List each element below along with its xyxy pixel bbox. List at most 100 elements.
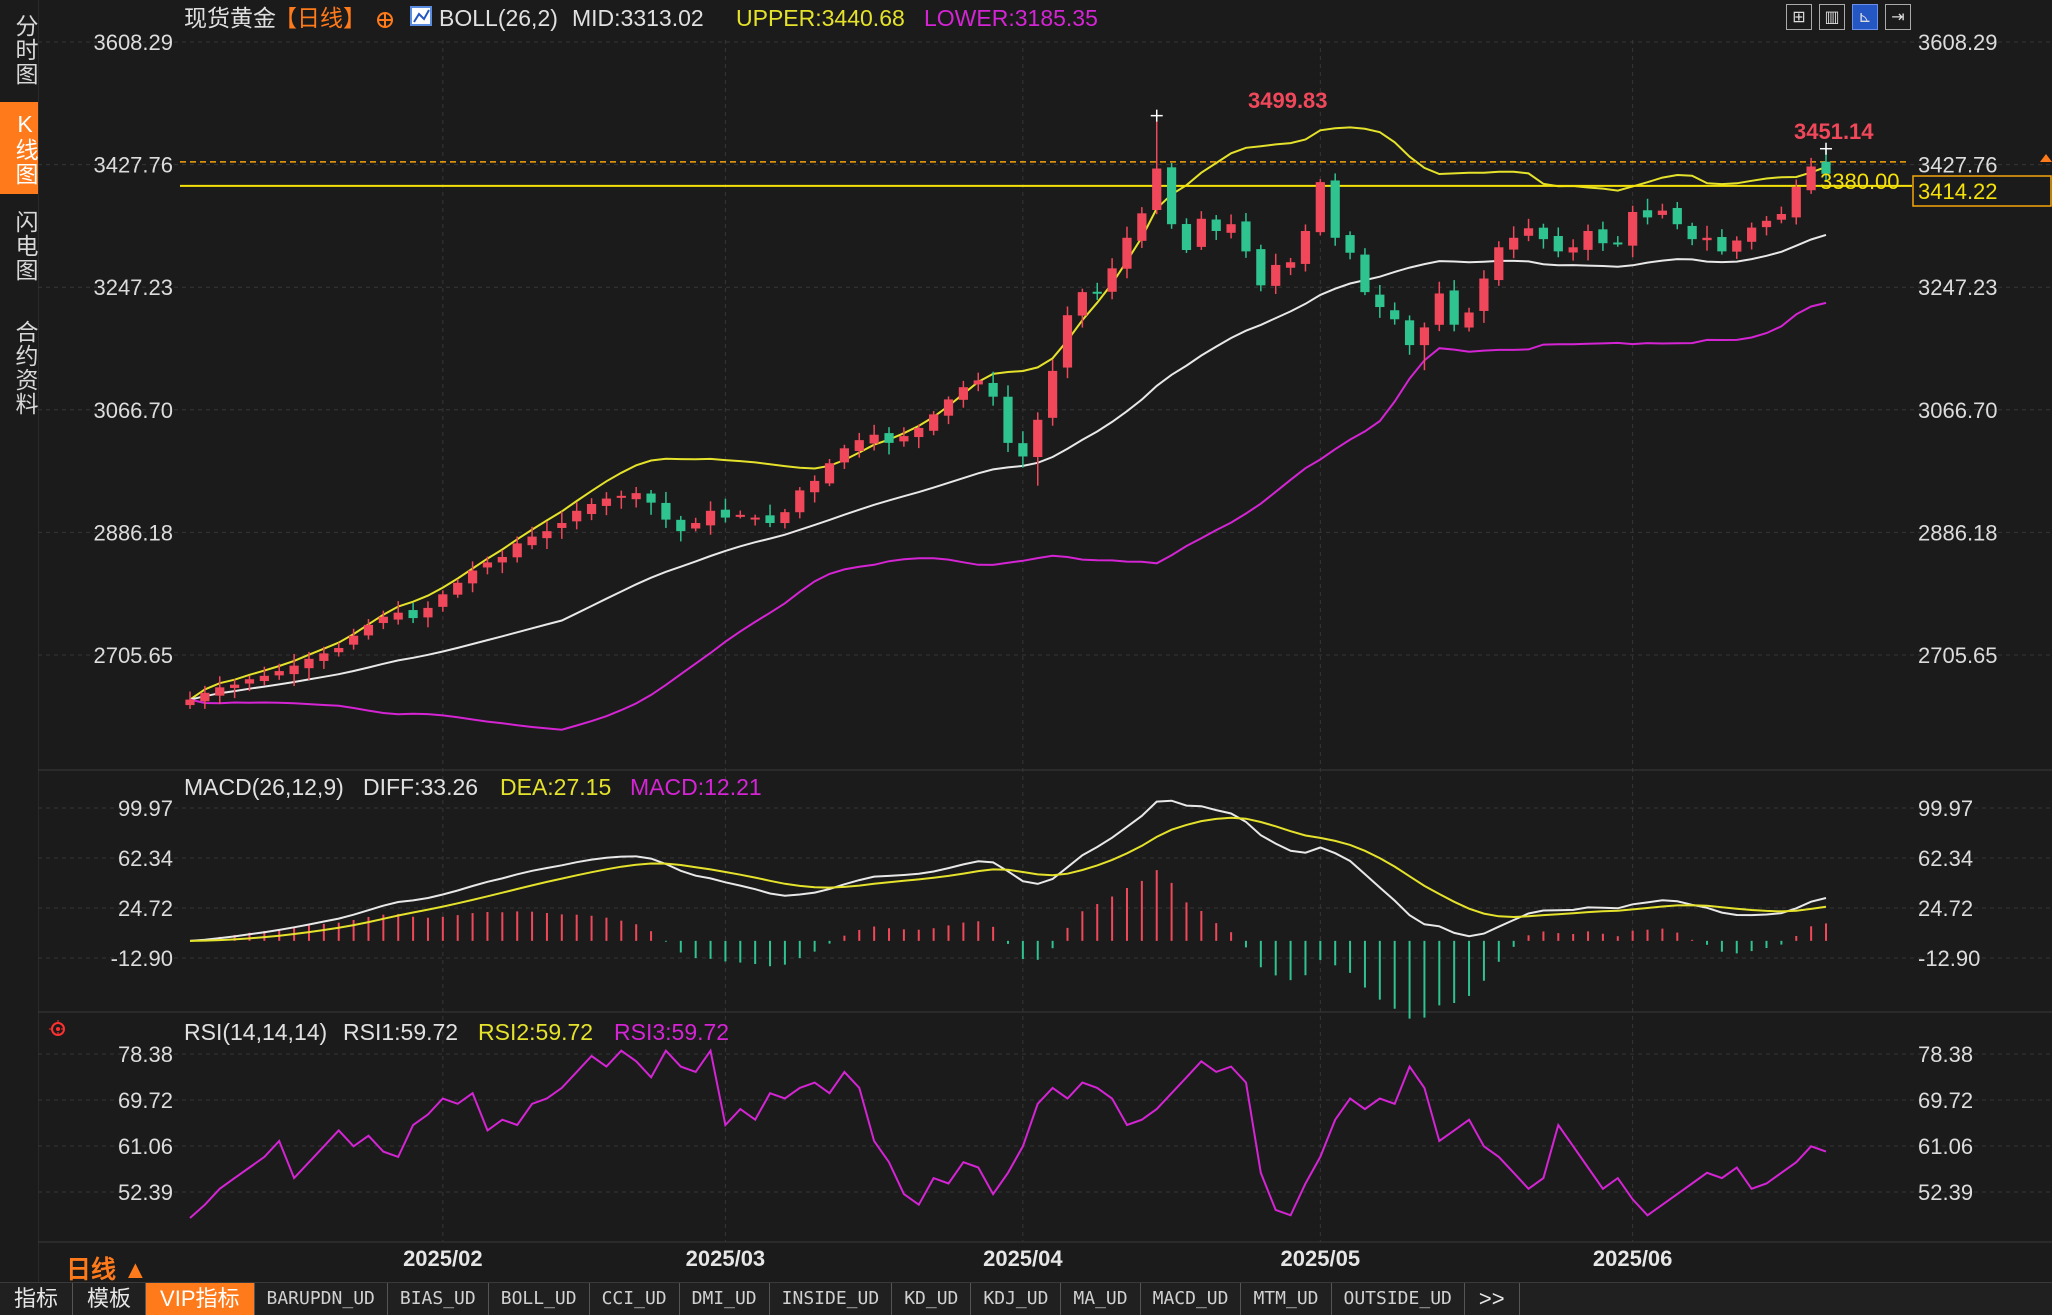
candle-body[interactable] — [334, 647, 344, 653]
candle-body[interactable] — [899, 436, 909, 442]
candle-body[interactable] — [1092, 291, 1102, 294]
candle-body[interactable] — [378, 616, 388, 624]
candle-body[interactable] — [884, 433, 894, 443]
candle-body[interactable] — [1598, 229, 1608, 244]
indicator-tab-boll-ud[interactable]: BOLL_UD — [489, 1283, 590, 1315]
candle-body[interactable] — [973, 380, 983, 385]
indicator-tab-outside-ud[interactable]: OUTSIDE_UD — [1332, 1283, 1465, 1315]
indicator-chart-icon[interactable] — [410, 6, 432, 26]
candle-body[interactable] — [1642, 210, 1653, 218]
candle-body[interactable] — [1390, 310, 1400, 320]
candle-body[interactable] — [780, 512, 790, 524]
candle-body[interactable] — [661, 502, 671, 520]
bar-layout-icon[interactable]: ▥ — [1819, 4, 1845, 30]
candle-body[interactable] — [1211, 219, 1221, 231]
candle-body[interactable] — [1479, 278, 1489, 311]
candle-body[interactable] — [631, 493, 641, 500]
candle-body[interactable] — [453, 582, 463, 595]
candle-body[interactable] — [929, 414, 939, 431]
candle-body[interactable] — [482, 562, 493, 568]
candle-body[interactable] — [616, 495, 626, 498]
candle-body[interactable] — [1434, 293, 1444, 325]
candle-body[interactable] — [348, 635, 359, 645]
indicator-tab-kd-ud[interactable]: KD_UD — [892, 1283, 972, 1315]
candle-body[interactable] — [1241, 221, 1251, 252]
sidebar-tab-contract-info[interactable]: 合约资料 — [0, 308, 38, 428]
indicator-tab-macd-ud[interactable]: MACD_UD — [1141, 1283, 1242, 1315]
candle-body[interactable] — [824, 463, 835, 484]
candle-body[interactable] — [1717, 237, 1727, 252]
candle-body[interactable] — [1003, 396, 1013, 443]
candle-body[interactable] — [1107, 268, 1117, 292]
candle-body[interactable] — [215, 687, 225, 696]
candle-body[interactable] — [497, 556, 507, 563]
candle-body[interactable] — [289, 665, 299, 675]
candle-body[interactable] — [244, 679, 255, 684]
chart-canvas[interactable]: 3608.29 3608.29 3427.76 3427.76 3247.23 3247.… — [38, 0, 2052, 1282]
candle-body[interactable] — [839, 448, 850, 463]
candle-body[interactable] — [1628, 211, 1638, 246]
candle-body[interactable] — [720, 509, 731, 518]
candle-body[interactable] — [691, 523, 701, 529]
candle-body[interactable] — [988, 382, 998, 397]
candle-body[interactable] — [408, 610, 418, 619]
candle-body[interactable] — [1018, 443, 1028, 457]
candle-body[interactable] — [1806, 166, 1816, 191]
candle-body[interactable] — [1687, 225, 1697, 240]
candle-body[interactable] — [795, 490, 805, 513]
candle-body[interactable] — [1419, 327, 1430, 346]
candle-body[interactable] — [1062, 315, 1073, 368]
candle-body[interactable] — [542, 531, 552, 539]
candle-body[interactable] — [676, 519, 686, 532]
candle-body[interactable] — [423, 607, 433, 618]
candle-body[interactable] — [810, 480, 820, 493]
indicator-tab-ma-ud[interactable]: MA_UD — [1061, 1283, 1141, 1315]
candle-body[interactable] — [943, 399, 954, 416]
candle-body[interactable] — [557, 523, 567, 528]
candle-body[interactable] — [586, 503, 597, 515]
candle-body[interactable] — [527, 536, 537, 546]
settings-gear-icon[interactable] — [49, 1020, 67, 1038]
candle-body[interactable] — [1285, 262, 1296, 268]
candle-body[interactable] — [1553, 236, 1563, 252]
candle-body[interactable] — [869, 434, 879, 444]
candle-body[interactable] — [1404, 320, 1415, 346]
candle-body[interactable] — [1672, 207, 1682, 225]
indicator-tab-vip指标[interactable]: VIP指标 — [146, 1283, 255, 1315]
candle-body[interactable] — [1077, 292, 1087, 316]
indicator-tab-指标[interactable]: 指标 — [0, 1283, 74, 1315]
candle-body[interactable] — [1300, 230, 1311, 264]
sidebar-tab-timeshare[interactable]: 分时图 — [0, 4, 38, 96]
candle-body[interactable] — [1761, 220, 1772, 228]
candle-body[interactable] — [438, 594, 448, 607]
candle-body[interactable] — [1747, 227, 1757, 242]
rsi-indicator[interactable] — [189, 1048, 1827, 1219]
grid-layout-icon[interactable]: ⊞ — [1786, 4, 1812, 30]
candle-body[interactable] — [1613, 242, 1623, 245]
macd-indicator[interactable] — [189, 799, 1827, 1019]
candle-body[interactable] — [1137, 213, 1147, 241]
indicator-tab-bias-ud[interactable]: BIAS_UD — [388, 1283, 489, 1315]
candle-body[interactable] — [601, 498, 612, 506]
candle-body[interactable] — [319, 653, 329, 661]
sidebar-tab-kline[interactable]: K线图 — [0, 102, 38, 194]
indicator-tab-kdj-ud[interactable]: KDJ_UD — [971, 1283, 1062, 1315]
candle-body[interactable] — [1152, 168, 1162, 211]
candle-body[interactable] — [1449, 290, 1459, 325]
candle-body[interactable] — [1732, 240, 1742, 252]
candle-body[interactable] — [200, 692, 210, 702]
candle-body[interactable] — [1538, 227, 1549, 240]
candle-body[interactable] — [259, 675, 269, 682]
candle-body[interactable] — [1330, 180, 1340, 238]
candle-body[interactable] — [914, 427, 924, 438]
candle-body[interactable] — [393, 612, 403, 620]
candle-body[interactable] — [1122, 237, 1132, 269]
candle-body[interactable] — [512, 543, 522, 558]
candle-body[interactable] — [765, 515, 775, 524]
candle-body[interactable] — [1271, 264, 1281, 286]
candle-body[interactable] — [1375, 294, 1385, 308]
candle-body[interactable] — [1702, 237, 1712, 241]
indicator-tab-cci-ud[interactable]: CCI_UD — [590, 1283, 680, 1315]
indicator-tab-inside-ud[interactable]: INSIDE_UD — [770, 1283, 893, 1315]
candle-body[interactable] — [1360, 254, 1370, 293]
